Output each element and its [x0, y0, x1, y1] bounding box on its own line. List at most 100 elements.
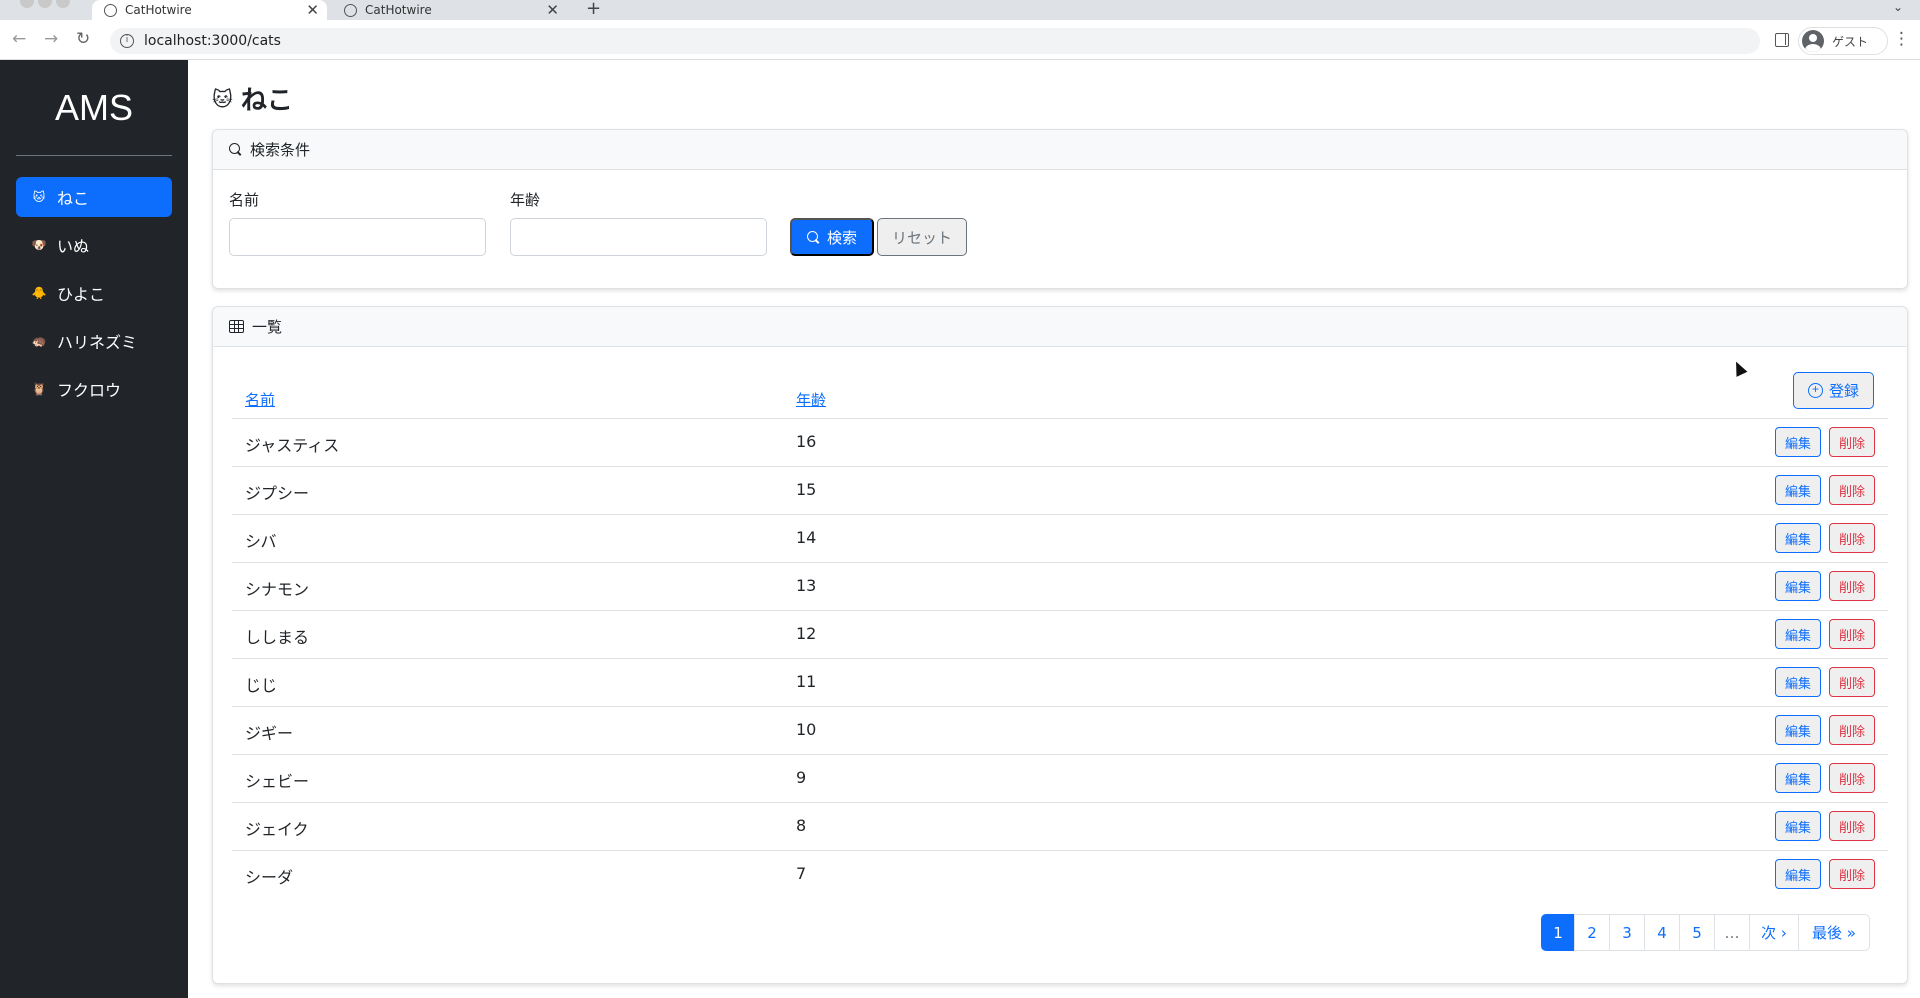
list-card-header: 一覧 [213, 307, 1907, 347]
sidebar: AMS 🐱 ねこ 🐶 いぬ 🐥 ひよこ 🦔 ハリネズミ 🦉 フクロウ [0, 60, 188, 998]
search-card: 検索条件 [212, 129, 1908, 289]
page-5-link[interactable]: 5 [1679, 914, 1715, 951]
cat-age-cell: 8 [796, 816, 807, 835]
cat-age-cell: 13 [796, 576, 817, 595]
back-arrow-icon[interactable]: ← [12, 29, 26, 49]
side-panel-icon[interactable] [1775, 33, 1789, 47]
cat-icon: 🐱 [212, 86, 233, 111]
cat-age-cell: 7 [796, 864, 807, 883]
hedgehog-icon: 🦔 [31, 334, 47, 348]
delete-button[interactable]: 削除 [1829, 811, 1875, 841]
column-header-age[interactable]: 年齢 [796, 389, 826, 410]
delete-button[interactable]: 削除 [1829, 619, 1875, 649]
sidebar-divider [16, 155, 172, 156]
address-bar[interactable]: i localhost:3000/cats [110, 28, 1760, 54]
cat-age-cell: 16 [796, 432, 817, 451]
close-tab-icon[interactable]: ✕ [306, 1, 319, 19]
cat-name-cell: ししまる [245, 628, 310, 647]
edit-button[interactable]: 編集 [1775, 427, 1821, 457]
sidebar-item-label: ハリネズミ [57, 333, 138, 352]
table-row: ししまる 12 編集 削除 [232, 610, 1888, 658]
register-button[interactable]: + 登録 [1793, 372, 1874, 409]
page-gap: … [1714, 914, 1750, 951]
age-label: 年齢 [510, 191, 541, 209]
reset-button[interactable]: リセット [877, 218, 967, 256]
sidebar-item-chicks[interactable]: 🐥 ひよこ [16, 273, 172, 313]
sidebar-item-label: ひよこ [57, 285, 106, 304]
tab-search-chevron-icon[interactable]: ⌄ [1893, 0, 1903, 14]
delete-button[interactable]: 削除 [1829, 571, 1875, 601]
reload-icon[interactable]: ↻ [76, 29, 90, 49]
register-button-label: 登録 [1828, 383, 1859, 400]
cat-icon: 🐱 [32, 190, 46, 204]
edit-button[interactable]: 編集 [1775, 571, 1821, 601]
search-icon [806, 230, 820, 244]
delete-button[interactable]: 削除 [1829, 859, 1875, 889]
sidebar-item-label: フクロウ [57, 381, 122, 400]
cat-name-cell: ジェイク [245, 820, 309, 839]
delete-button[interactable]: 削除 [1829, 715, 1875, 745]
cat-age-cell: 11 [796, 672, 817, 691]
profile-button[interactable]: ゲスト [1798, 27, 1888, 55]
page-3-link[interactable]: 3 [1609, 914, 1645, 951]
edit-button[interactable]: 編集 [1775, 859, 1821, 889]
browser-tab-1[interactable]: CatHotwire ✕ [92, 0, 327, 20]
delete-button[interactable]: 削除 [1829, 763, 1875, 793]
table-row: ジャスティス 16 編集 削除 [232, 418, 1888, 466]
address-url[interactable]: localhost:3000/cats [144, 33, 281, 49]
cat-name-cell: シナモン [245, 580, 310, 599]
delete-button[interactable]: 削除 [1829, 523, 1875, 553]
forward-arrow-icon[interactable]: → [44, 29, 58, 49]
table-row: ジプシー 15 編集 削除 [232, 466, 1888, 514]
edit-button[interactable]: 編集 [1775, 811, 1821, 841]
browser-menu-icon[interactable]: ⋮ [1893, 29, 1910, 49]
page-1-link[interactable]: 1 [1541, 914, 1575, 951]
edit-button[interactable]: 編集 [1775, 667, 1821, 697]
edit-button[interactable]: 編集 [1775, 763, 1821, 793]
close-tab-icon[interactable]: ✕ [546, 1, 559, 19]
profile-label: ゲスト [1832, 34, 1869, 49]
search-icon [229, 143, 242, 156]
search-card-title: 検索条件 [250, 141, 311, 159]
search-button[interactable]: 検索 [790, 218, 874, 256]
page-4-link[interactable]: 4 [1644, 914, 1680, 951]
age-search-input[interactable] [510, 218, 767, 256]
table-row: ジェイク 8 編集 削除 [232, 802, 1888, 850]
sidebar-item-hedgehogs[interactable]: 🦔 ハリネズミ [16, 321, 172, 361]
sidebar-item-dogs[interactable]: 🐶 いぬ [16, 225, 172, 265]
cat-age-cell: 15 [796, 480, 817, 499]
pagination: 1 2 3 4 5 … 次 › 最後 » [1541, 914, 1870, 951]
edit-button[interactable]: 編集 [1775, 475, 1821, 505]
window-minimize-control[interactable] [38, 0, 52, 8]
sidebar-item-cats[interactable]: 🐱 ねこ [16, 177, 172, 217]
edit-button[interactable]: 編集 [1775, 619, 1821, 649]
sidebar-item-owls[interactable]: 🦉 フクロウ [16, 369, 172, 409]
window-close-control[interactable] [20, 0, 34, 8]
last-page-link[interactable]: 最後 » [1798, 914, 1870, 951]
cat-age-cell: 14 [796, 528, 817, 547]
new-tab-button[interactable]: + [586, 0, 601, 19]
plus-circle-icon: + [1807, 383, 1823, 398]
site-info-icon[interactable]: i [120, 34, 134, 48]
page-2-link[interactable]: 2 [1574, 914, 1610, 951]
delete-button[interactable]: 削除 [1829, 667, 1875, 697]
browser-tab-2[interactable]: CatHotwire ✕ [332, 0, 567, 20]
table-row: シーダ 7 編集 削除 [232, 850, 1888, 898]
name-search-input[interactable] [229, 218, 486, 256]
next-page-link[interactable]: 次 › [1749, 914, 1799, 951]
tab-title: CatHotwire [365, 3, 432, 17]
delete-button[interactable]: 削除 [1829, 427, 1875, 457]
edit-button[interactable]: 編集 [1775, 715, 1821, 745]
search-card-header: 検索条件 [213, 130, 1907, 170]
window-zoom-control[interactable] [56, 0, 70, 8]
cat-name-cell: ジプシー [245, 484, 310, 503]
page-header: 🐱 ねこ [212, 80, 293, 117]
column-header-name[interactable]: 名前 [245, 389, 275, 410]
delete-button[interactable]: 削除 [1829, 475, 1875, 505]
table-row: じじ 11 編集 削除 [232, 658, 1888, 706]
cat-age-cell: 12 [796, 624, 817, 643]
table-row: シェビー 9 編集 削除 [232, 754, 1888, 802]
brand-logo[interactable]: AMS [0, 87, 188, 129]
edit-button[interactable]: 編集 [1775, 523, 1821, 553]
cat-name-cell: シーダ [245, 868, 294, 887]
